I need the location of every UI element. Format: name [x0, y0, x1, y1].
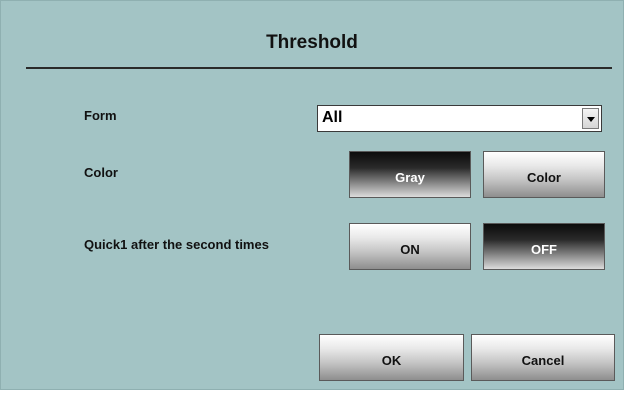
color-color-button-label: Color: [527, 170, 561, 185]
threshold-dialog: Threshold Form All Color Gray Color Quic…: [0, 0, 624, 390]
form-select-value: All: [322, 109, 343, 126]
form-label: Form: [84, 108, 117, 123]
color-label: Color: [84, 165, 118, 180]
ok-button-label: OK: [381, 353, 402, 368]
quick-on-button-label: ON: [400, 242, 420, 257]
quick-off-button-label: OFF: [531, 242, 557, 257]
cancel-button[interactable]: Cancel: [471, 334, 615, 381]
form-select[interactable]: All: [317, 105, 602, 132]
ok-button[interactable]: OK: [319, 334, 464, 381]
quick-off-button[interactable]: OFF: [483, 223, 605, 270]
title-divider: [26, 67, 612, 69]
color-color-button[interactable]: Color: [483, 151, 605, 198]
color-gray-button[interactable]: Gray: [349, 151, 471, 198]
quick-label: Quick1 after the second times: [84, 237, 269, 252]
chevron-down-icon[interactable]: [582, 108, 599, 129]
cancel-button-label: Cancel: [521, 353, 565, 368]
color-gray-button-label: Gray: [395, 170, 425, 185]
quick-on-button[interactable]: ON: [349, 223, 471, 270]
dialog-title: Threshold: [266, 32, 358, 53]
